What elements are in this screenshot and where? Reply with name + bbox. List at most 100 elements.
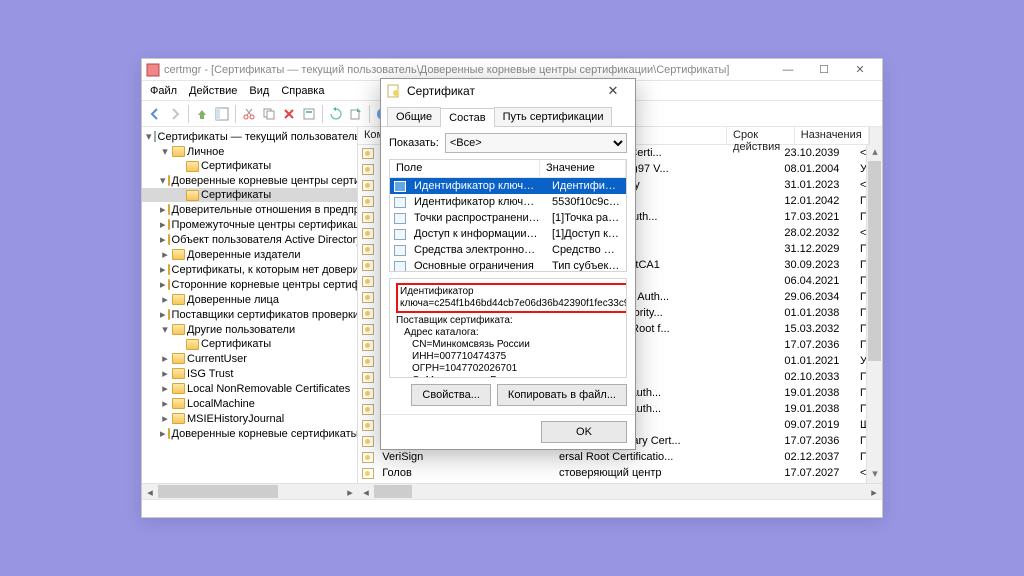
certificate-icon	[362, 276, 374, 287]
horizontal-scrollbar[interactable]: ◂ ▸	[358, 483, 882, 499]
field-row[interactable]: Доступ к информации о центрах сертифика.…	[390, 226, 626, 242]
export-icon[interactable]	[347, 105, 365, 123]
tree-node[interactable]: ▸LocalMachine	[142, 396, 357, 411]
maximize-button[interactable]: ☐	[806, 59, 842, 81]
field-row[interactable]: Идентификатор ключа центра сертификатовИ…	[390, 178, 626, 194]
tree-node[interactable]: ▸Промежуточные центры сертификации	[142, 217, 357, 232]
vertical-scrollbar[interactable]: ▴ ▾	[866, 145, 882, 483]
certificate-icon	[362, 468, 374, 479]
dialog-close-button[interactable]: ✕	[597, 83, 629, 99]
certificate-icon	[362, 388, 374, 399]
certificate-icon	[362, 340, 374, 351]
certificate-icon	[362, 292, 374, 303]
certificate-icon	[362, 356, 374, 367]
field-row[interactable]: Основные ограниченияТип субъекта=	[390, 258, 626, 272]
tree-node[interactable]: ▾Доверенные корневые центры сертификации	[142, 173, 357, 188]
tab-general[interactable]: Общие	[387, 107, 441, 126]
tree-node[interactable]: ▸ISG Trust	[142, 366, 357, 381]
tree-node[interactable]: ▸Объект пользователя Active Directory	[142, 232, 357, 247]
tree-node[interactable]: ▸Local NonRemovable Certificates	[142, 381, 357, 396]
field-icon	[394, 181, 406, 192]
tree-node[interactable]: ▸Доверенные лица	[142, 292, 357, 307]
field-detail[interactable]: Идентификатор ключа=c254f1b46bd44cb7e06d…	[389, 278, 627, 378]
field-row[interactable]: Точки распространения списков отзыва (CR…	[390, 210, 626, 226]
menu-action[interactable]: Действие	[189, 85, 237, 97]
table-row[interactable]: Головстоверяющий центр17.07.2027<Все>	[358, 465, 866, 481]
certificate-icon	[362, 180, 374, 191]
field-icon	[394, 197, 406, 208]
dialog-titlebar: Сертификат ✕	[381, 79, 635, 103]
dialog-title: Сертификат	[407, 84, 475, 98]
certificate-icon	[362, 148, 374, 159]
col-value[interactable]: Значение	[540, 160, 626, 177]
certificate-icon	[362, 308, 374, 319]
tree-node[interactable]: ▸Доверительные отношения в предприятии	[142, 202, 357, 217]
table-row[interactable]: VeriSignersal Root Certificatio...02.12.…	[358, 449, 866, 465]
certificate-icon	[362, 212, 374, 223]
menu-help[interactable]: Справка	[281, 85, 324, 97]
tree-node[interactable]: ▸Доверенные издатели	[142, 247, 357, 262]
tree-horizontal-scrollbar[interactable]: ◂ ▸	[142, 483, 358, 499]
tree-node[interactable]: ▸MSIEHistoryJournal	[142, 411, 357, 426]
certificate-icon	[362, 436, 374, 447]
detail-line: O=Минкомсвязь России	[396, 375, 620, 378]
up-icon[interactable]	[193, 105, 211, 123]
copy-to-file-button[interactable]: Копировать в файл...	[497, 384, 627, 406]
detail-line: ОГРН=1047702026701	[396, 363, 620, 375]
tab-path[interactable]: Путь сертификации	[494, 107, 613, 126]
statusbar	[142, 499, 882, 517]
certificate-icon	[362, 420, 374, 431]
tree-node[interactable]: ▾Другие пользователи	[142, 322, 357, 337]
tree-node[interactable]: ▸Сторонние корневые центры сертификации	[142, 277, 357, 292]
cut-icon[interactable]	[240, 105, 258, 123]
app-icon	[146, 63, 160, 77]
field-icon	[394, 261, 406, 272]
tree-node[interactable]: ▸Доверенные корневые сертификаты смарт-к…	[142, 426, 357, 441]
certificate-icon	[387, 84, 401, 98]
copy-icon[interactable]	[260, 105, 278, 123]
menu-view[interactable]: Вид	[249, 85, 269, 97]
properties-button[interactable]: Свойства...	[411, 384, 490, 406]
delete-icon[interactable]	[280, 105, 298, 123]
show-tree-icon[interactable]	[213, 105, 231, 123]
menu-file[interactable]: Файл	[150, 85, 177, 97]
detail-line: ИНН=007710474375	[396, 351, 620, 363]
show-select[interactable]: <Все>	[445, 133, 627, 153]
certificate-icon	[362, 164, 374, 175]
certificate-icon	[362, 260, 374, 271]
certificate-dialog: Сертификат ✕ Общие Состав Путь сертифика…	[380, 78, 636, 450]
certificate-icon	[362, 452, 374, 463]
certificate-icon	[362, 404, 374, 415]
field-icon	[394, 229, 406, 240]
col-purpose[interactable]: Назначения	[795, 127, 869, 144]
dialog-tabs: Общие Состав Путь сертификации	[381, 103, 635, 127]
window-title: certmgr - [Сертификаты — текущий пользов…	[164, 64, 770, 76]
tree-node[interactable]: Сертификаты	[142, 159, 357, 173]
tree-root[interactable]: ▾Сертификаты — текущий пользователь	[142, 129, 357, 144]
ok-button[interactable]: OK	[541, 421, 627, 443]
detail-line: Адрес каталога:	[396, 327, 620, 339]
tree-node[interactable]: ▸Сертификаты, к которым нет доверия	[142, 262, 357, 277]
close-button[interactable]: ✕	[842, 59, 878, 81]
tree-pane: ▾Сертификаты — текущий пользователь▾Личн…	[142, 127, 358, 499]
field-row[interactable]: Идентификатор ключа субъекта5530f10c9c77…	[390, 194, 626, 210]
tree-node[interactable]: Сертификаты	[142, 188, 357, 202]
refresh-icon[interactable]	[327, 105, 345, 123]
minimize-button[interactable]: —	[770, 59, 806, 81]
back-icon[interactable]	[146, 105, 164, 123]
field-icon	[394, 245, 406, 256]
tree-node[interactable]: ▸CurrentUser	[142, 351, 357, 366]
tree-node[interactable]: Сертификаты	[142, 337, 357, 351]
col-expiry[interactable]: Срок действия	[727, 127, 795, 144]
tree-node[interactable]: ▾Личное	[142, 144, 357, 159]
detail-line: CN=Минкомсвязь России	[396, 339, 620, 351]
field-icon	[394, 213, 406, 224]
tab-details[interactable]: Состав	[440, 108, 494, 127]
highlighted-key-id: Идентификатор ключа=c254f1b46bd44cb7e06d…	[396, 283, 627, 313]
col-field[interactable]: Поле	[390, 160, 540, 177]
fields-list[interactable]: Поле Значение Идентификатор ключа центра…	[389, 159, 627, 272]
field-row[interactable]: Средства электронной подписи и УЦ издате…	[390, 242, 626, 258]
forward-icon[interactable]	[166, 105, 184, 123]
properties-icon[interactable]	[300, 105, 318, 123]
tree-node[interactable]: ▸Поставщики сертификатов проверки подлин…	[142, 307, 357, 322]
